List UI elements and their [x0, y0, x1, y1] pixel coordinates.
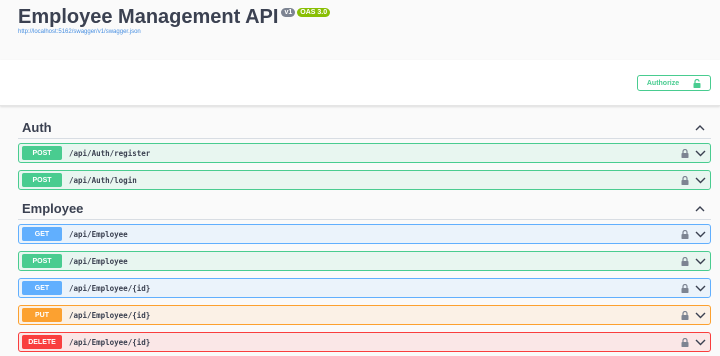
method-badge: PUT	[22, 308, 62, 322]
lock-icon[interactable]	[681, 311, 689, 320]
lock-icon[interactable]	[681, 257, 689, 266]
scheme-container	[0, 60, 720, 106]
chevron-up-icon[interactable]	[695, 205, 705, 212]
operation-post-auth-register[interactable]: POST /api/Auth/register	[18, 143, 711, 163]
oas-badge: OAS 3.0	[297, 8, 331, 17]
lock-icon[interactable]	[681, 230, 689, 239]
operation-get-employee[interactable]: GET /api/Employee	[18, 224, 711, 244]
method-badge: GET	[22, 227, 62, 241]
chevron-down-icon[interactable]	[695, 229, 706, 239]
chevron-down-icon[interactable]	[695, 256, 706, 266]
version-badge: v1	[281, 8, 296, 17]
chevron-down-icon[interactable]	[695, 337, 706, 347]
method-badge: POST	[22, 173, 62, 187]
section-employee[interactable]: Employee	[18, 198, 711, 220]
method-badge: POST	[22, 146, 62, 160]
chevron-up-icon[interactable]	[695, 124, 705, 131]
api-title: Employee Management API	[18, 6, 279, 28]
method-badge: DELETE	[22, 335, 62, 349]
operation-post-auth-login[interactable]: POST /api/Auth/login	[18, 170, 711, 190]
operation-path: /api/Employee/{id}	[69, 337, 151, 347]
operation-path: /api/Auth/login	[69, 175, 137, 185]
operation-post-employee[interactable]: POST /api/Employee	[18, 251, 711, 271]
chevron-down-icon[interactable]	[695, 283, 706, 293]
method-badge: POST	[22, 254, 62, 268]
unlock-icon	[693, 78, 701, 88]
api-info: Employee Management API v1 OAS 3.0 http://…	[0, 0, 720, 60]
lock-icon[interactable]	[681, 284, 689, 293]
lock-icon[interactable]	[681, 338, 689, 347]
operation-path: /api/Employee/{id}	[69, 283, 151, 293]
lock-icon[interactable]	[681, 176, 689, 185]
operation-path: /api/Employee	[69, 229, 128, 239]
operation-put-employee-by-id[interactable]: PUT /api/Employee/{id}	[18, 305, 711, 325]
section-auth[interactable]: Auth	[18, 117, 711, 139]
page-title: Employee Management API v1 OAS 3.0	[18, 6, 331, 29]
section-title: Employee	[22, 201, 84, 216]
method-badge: GET	[22, 281, 62, 295]
section-title: Auth	[22, 120, 52, 135]
chevron-down-icon[interactable]	[695, 310, 706, 320]
lock-icon[interactable]	[681, 149, 689, 158]
authorize-button[interactable]: Authorize	[637, 75, 711, 91]
operation-get-employee-by-id[interactable]: GET /api/Employee/{id}	[18, 278, 711, 298]
chevron-down-icon[interactable]	[695, 175, 706, 185]
chevron-down-icon[interactable]	[695, 148, 706, 158]
operation-path: /api/Employee/{id}	[69, 310, 151, 320]
authorize-label: Authorize	[646, 79, 680, 87]
operation-path: /api/Auth/register	[69, 148, 151, 158]
operation-delete-employee-by-id[interactable]: DELETE /api/Employee/{id}	[18, 332, 711, 352]
operation-path: /api/Employee	[69, 256, 128, 266]
swagger-json-link[interactable]: http://localhost:5162/swagger/v1/swagger…	[18, 29, 141, 35]
